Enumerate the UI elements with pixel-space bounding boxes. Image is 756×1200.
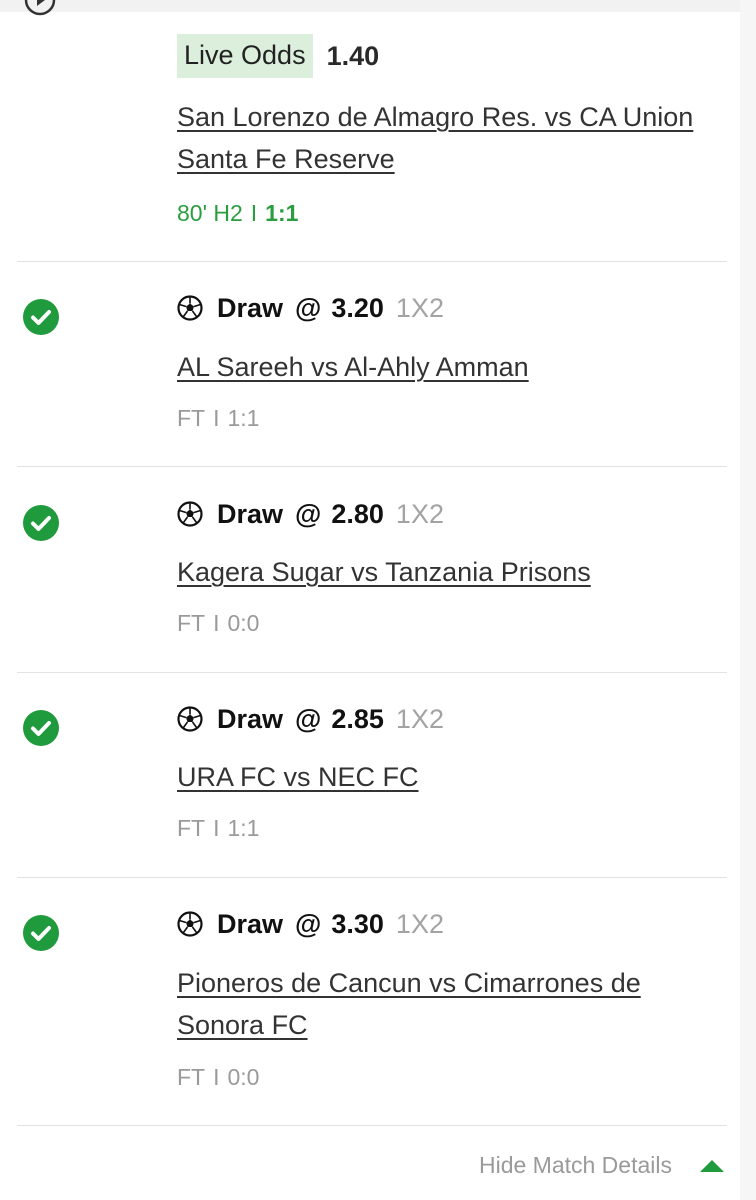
status-text: FT bbox=[177, 1064, 206, 1090]
soccer-ball-icon bbox=[177, 911, 203, 937]
pick-market: 1X2 bbox=[395, 498, 444, 529]
status-separator: I bbox=[213, 405, 220, 431]
match-status: FT I 0:0 bbox=[177, 610, 259, 637]
play-circle-icon bbox=[24, 0, 56, 16]
pick-name: Draw bbox=[217, 908, 284, 939]
status-text: FT bbox=[177, 610, 206, 636]
live-odds-value: 1.40 bbox=[326, 40, 380, 71]
live-status: 80' H2 I 1:1 bbox=[177, 200, 298, 227]
match-status: FT I 1:1 bbox=[177, 405, 259, 432]
check-circle-icon bbox=[23, 915, 59, 951]
live-time: 80' H2 bbox=[177, 200, 243, 226]
row-divider bbox=[17, 672, 727, 673]
match-score: 1:1 bbox=[227, 815, 260, 841]
pick-line: Draw @ 2.80 1X2 bbox=[177, 494, 444, 534]
row-divider bbox=[17, 1125, 727, 1126]
pick-line: Draw @ 2.85 1X2 bbox=[177, 699, 444, 739]
pick-at: @ bbox=[295, 908, 322, 939]
check-circle-icon bbox=[23, 505, 59, 541]
pick-line: Draw @ 3.30 1X2 bbox=[177, 904, 444, 944]
check-circle-icon bbox=[23, 710, 59, 746]
status-separator: I bbox=[213, 1064, 220, 1090]
soccer-ball-icon bbox=[177, 706, 203, 732]
match-link-live[interactable]: San Lorenzo de Almagro Res. vs CA Union … bbox=[177, 96, 697, 180]
pick-odds: 3.20 bbox=[331, 292, 384, 323]
match-status: FT I 0:0 bbox=[177, 1064, 259, 1091]
pick-name: Draw bbox=[217, 292, 284, 323]
pick-market: 1X2 bbox=[395, 703, 444, 734]
pick-odds: 2.85 bbox=[331, 703, 384, 734]
pick-odds: 3.30 bbox=[331, 908, 384, 939]
pick-name: Draw bbox=[217, 703, 284, 734]
pick-at: @ bbox=[295, 292, 322, 323]
row-divider bbox=[17, 877, 727, 878]
row-divider bbox=[17, 261, 727, 262]
live-pick-line: Live Odds 1.40 bbox=[177, 34, 380, 78]
pick-market: 1X2 bbox=[395, 292, 444, 323]
match-link[interactable]: AL Sareeh vs Al-Ahly Amman bbox=[177, 346, 697, 388]
match-link[interactable]: URA FC vs NEC FC bbox=[177, 756, 697, 798]
status-separator: I bbox=[213, 815, 220, 841]
pick-line: Draw @ 3.20 1X2 bbox=[177, 288, 444, 328]
live-odds-badge: Live Odds bbox=[177, 34, 313, 78]
status-text: FT bbox=[177, 405, 206, 431]
match-status: FT I 1:1 bbox=[177, 815, 259, 842]
live-score: 1:1 bbox=[265, 200, 299, 226]
caret-up-icon[interactable] bbox=[698, 1158, 726, 1174]
scrollbar[interactable] bbox=[740, 0, 756, 1200]
soccer-ball-icon bbox=[177, 295, 203, 321]
pick-name: Draw bbox=[217, 498, 284, 529]
match-score: 0:0 bbox=[227, 610, 260, 636]
top-strip bbox=[0, 0, 740, 12]
status-separator: I bbox=[213, 610, 220, 636]
match-score: 1:1 bbox=[227, 405, 260, 431]
soccer-ball-icon bbox=[177, 501, 203, 527]
pick-at: @ bbox=[295, 703, 322, 734]
match-score: 0:0 bbox=[227, 1064, 260, 1090]
pick-odds: 2.80 bbox=[331, 498, 384, 529]
pick-market: 1X2 bbox=[395, 908, 444, 939]
status-separator: I bbox=[250, 200, 258, 226]
check-circle-icon bbox=[23, 299, 59, 335]
match-link[interactable]: Kagera Sugar vs Tanzania Prisons bbox=[177, 551, 697, 593]
hide-match-details-link[interactable]: Hide Match Details bbox=[479, 1152, 672, 1179]
pick-at: @ bbox=[295, 498, 322, 529]
row-divider bbox=[17, 466, 727, 467]
match-link[interactable]: Pioneros de Cancun vs Cimarrones de Sono… bbox=[177, 962, 697, 1046]
status-text: FT bbox=[177, 815, 206, 841]
